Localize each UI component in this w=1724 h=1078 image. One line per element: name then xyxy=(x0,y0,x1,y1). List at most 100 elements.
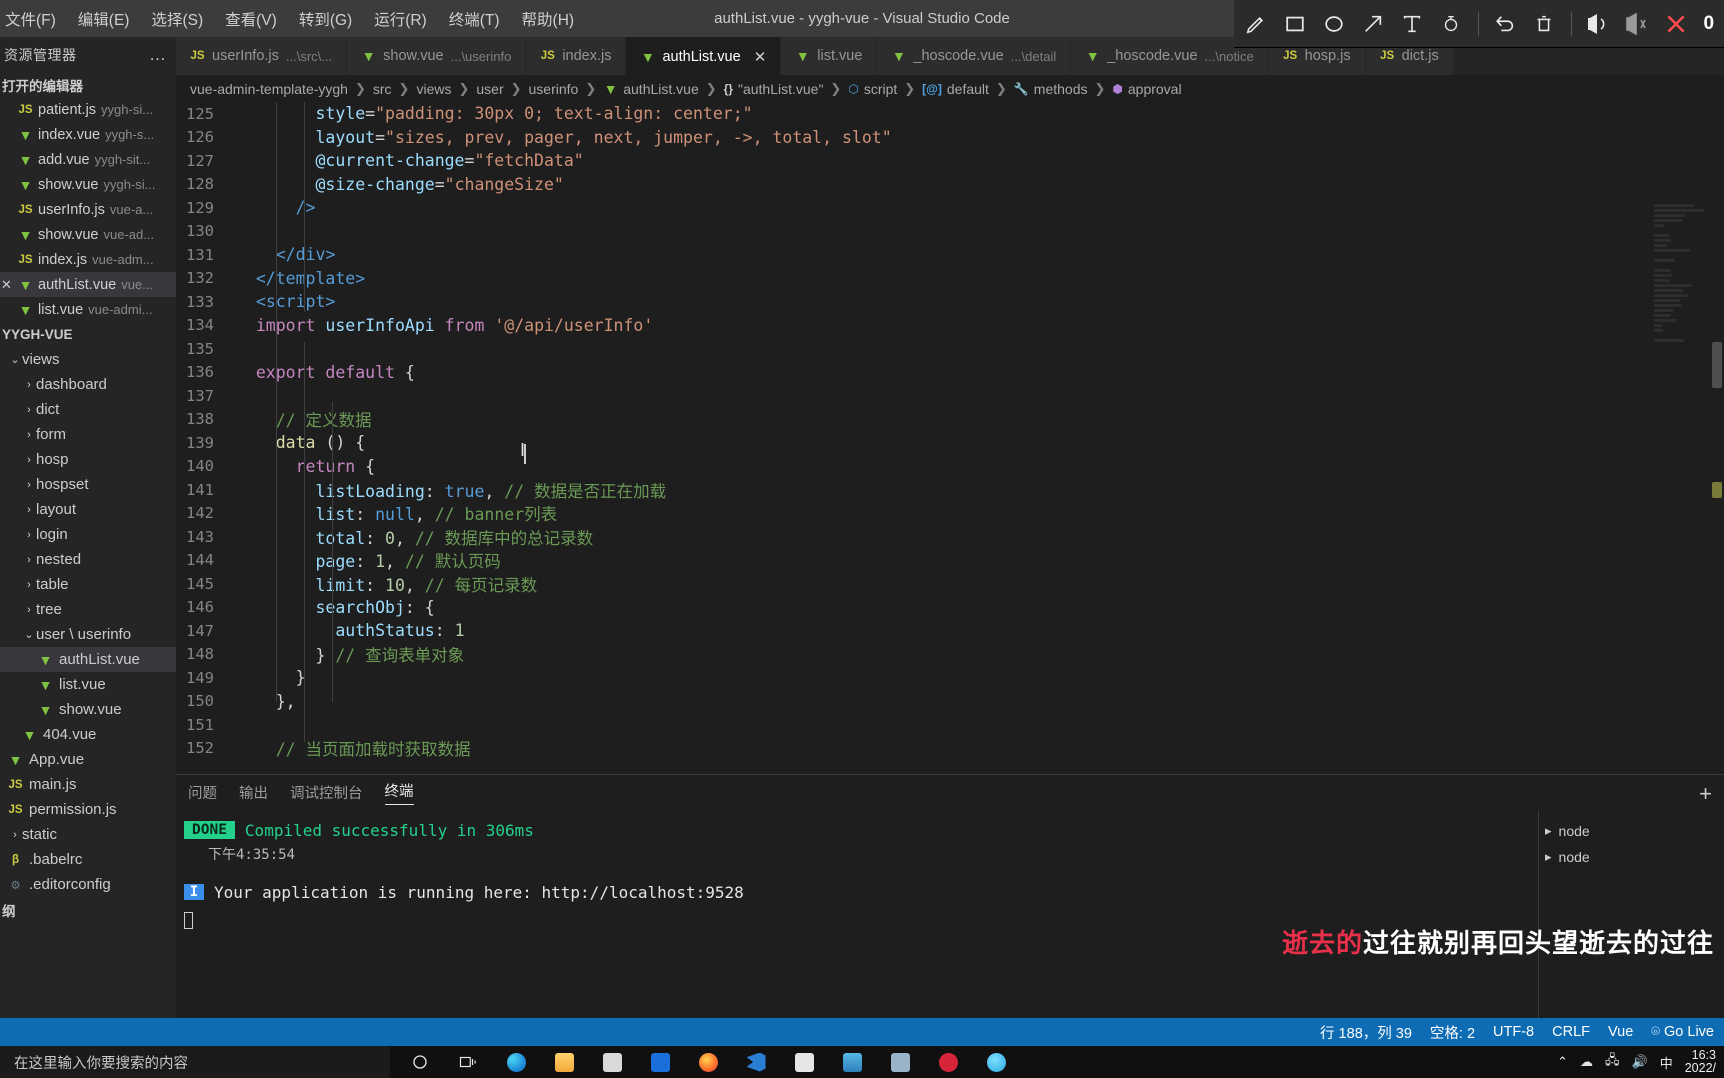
close-icon[interactable]: ✕ xyxy=(754,48,767,66)
code-line[interactable]: 151 xyxy=(176,713,1724,737)
new-terminal-button[interactable]: + xyxy=(1699,781,1712,807)
tree-item-views[interactable]: ⌄ views xyxy=(0,347,176,372)
ellipse-icon[interactable] xyxy=(1322,11,1347,37)
delete-icon[interactable] xyxy=(1532,11,1557,37)
pen-icon[interactable] xyxy=(1244,11,1269,37)
breadcrumb-item-methods[interactable]: methods xyxy=(1034,81,1088,97)
open-editor-item[interactable]: ▼ list.vue vue-admi... xyxy=(0,297,176,322)
project-root-title[interactable]: YYGH-VUE xyxy=(0,322,176,347)
code-line[interactable]: 126 layout="sizes, prev, pager, next, ju… xyxy=(176,126,1724,150)
copy-icon[interactable] xyxy=(1624,11,1649,37)
tree-item-app-vue[interactable]: ▼ App.vue xyxy=(0,747,176,772)
code-line[interactable]: 141 listLoading: true, // 数据是否正在加载 xyxy=(176,478,1724,502)
undo-icon[interactable] xyxy=(1493,11,1518,37)
task-view-icon[interactable] xyxy=(444,1046,492,1078)
tab-index-js[interactable]: JS index.js xyxy=(526,37,627,75)
code-line[interactable]: 140 return { xyxy=(176,455,1724,479)
menu-item-view[interactable]: 查看(V) xyxy=(214,4,288,34)
open-editor-item[interactable]: JS patient.js yygh-si... xyxy=(0,97,176,122)
navicat-icon[interactable] xyxy=(828,1046,876,1078)
tree-item-static[interactable]: › static xyxy=(0,822,176,847)
code-line[interactable]: 129 /> xyxy=(176,196,1724,220)
code-line[interactable]: 147 authStatus: 1 xyxy=(176,619,1724,643)
tree-item-tree[interactable]: › tree xyxy=(0,597,176,622)
tree-item-show-vue[interactable]: ▼ show.vue xyxy=(0,697,176,722)
search-input[interactable]: 在这里输入你要搜索的内容 xyxy=(0,1046,390,1078)
mosaic-icon[interactable] xyxy=(1439,11,1464,37)
cloud-icon[interactable]: ☁ xyxy=(1580,1054,1593,1070)
download-icon[interactable] xyxy=(1586,11,1611,37)
chevron-up-icon[interactable]: ⌃ xyxy=(1557,1054,1568,1070)
tab-terminal[interactable]: 终端 xyxy=(384,780,414,805)
tab-authlist-vue[interactable]: ▼ authList.vue ✕ xyxy=(626,37,782,75)
tree-item-editorconfig[interactable]: ⚙ .editorconfig xyxy=(0,872,176,897)
tab-output[interactable]: 输出 xyxy=(239,782,268,803)
tab-userinfo-js[interactable]: JS userInfo.js ...\src\... xyxy=(176,37,348,75)
code-line[interactable]: 146 searchObj: { xyxy=(176,596,1724,620)
status-go-live[interactable]: ⌾ Go Live xyxy=(1651,1024,1714,1040)
code-line[interactable]: 137 xyxy=(176,384,1724,408)
tree-item-404-vue[interactable]: ▼ 404.vue xyxy=(0,722,176,747)
tree-item-authlist-vue[interactable]: ▼ authList.vue xyxy=(0,647,176,672)
vscode-icon[interactable] xyxy=(732,1046,780,1078)
tree-item-login[interactable]: › login xyxy=(0,522,176,547)
open-editor-item[interactable]: ▼ show.vue yygh-si... xyxy=(0,172,176,197)
terminal-output[interactable]: DONE Compiled successfully in 306ms 下午4:… xyxy=(176,810,1724,932)
volume-icon[interactable]: 🔊 xyxy=(1632,1054,1648,1070)
breadcrumb-item-views[interactable]: views xyxy=(416,81,451,97)
close-icon[interactable] xyxy=(1663,11,1689,37)
tree-item-layout[interactable]: › layout xyxy=(0,497,176,522)
tab-show-vue-userinfo[interactable]: ▼ show.vue ...\userinfo xyxy=(347,37,527,75)
open-editor-item[interactable]: ▼ add.vue yygh-sit... xyxy=(0,147,176,172)
menu-item-terminal[interactable]: 终端(T) xyxy=(438,4,511,34)
code-line[interactable]: 143 total: 0, // 数据库中的总记录数 xyxy=(176,525,1724,549)
terminal-list-item[interactable]: ▸ node xyxy=(1545,818,1718,844)
store-icon[interactable] xyxy=(588,1046,636,1078)
tree-item-dashboard[interactable]: › dashboard xyxy=(0,372,176,397)
tree-item-user-userinfo[interactable]: ⌄ user \ userinfo xyxy=(0,622,176,647)
copyq-icon[interactable] xyxy=(780,1046,828,1078)
open-editor-item[interactable]: ▼ show.vue vue-ad... xyxy=(0,222,176,247)
status-line-col[interactable]: 行 188，列 39 xyxy=(1320,1022,1412,1043)
tab-hoscode-vue-detail[interactable]: ▼ _hoscode.vue ...\detail xyxy=(877,37,1072,75)
breadcrumb-item-project[interactable]: vue-admin-template-yygh xyxy=(190,81,348,97)
firefox-icon[interactable] xyxy=(684,1046,732,1078)
open-editor-item[interactable]: JS index.js vue-adm... xyxy=(0,247,176,272)
menu-item-run[interactable]: 运行(R) xyxy=(363,4,438,34)
tree-item-babelrc[interactable]: β .babelrc xyxy=(0,847,176,872)
scrollbar-thumb[interactable] xyxy=(1712,342,1722,388)
terminal-list-item[interactable]: ▸ node xyxy=(1545,844,1718,870)
breadcrumb-item-file[interactable]: authList.vue xyxy=(623,81,699,97)
menu-item-edit[interactable]: 编辑(E) xyxy=(67,4,141,34)
breadcrumb-item-userinfo[interactable]: userinfo xyxy=(529,81,579,97)
code-line[interactable]: 131 </div> xyxy=(176,243,1724,267)
tree-item-dict[interactable]: › dict xyxy=(0,397,176,422)
open-editor-item[interactable]: ▼ index.vue yygh-s... xyxy=(0,122,176,147)
code-line[interactable]: 139 data () { xyxy=(176,431,1724,455)
menu-item-select[interactable]: 选择(S) xyxy=(140,4,214,34)
breadcrumb-item-symbol[interactable]: "authList.vue" xyxy=(738,81,823,97)
network-icon[interactable]: 🖧 xyxy=(1605,1051,1620,1073)
breadcrumb-item-approval[interactable]: approval xyxy=(1128,81,1182,97)
code-line[interactable]: 134 import userInfoApi from '@/api/userI… xyxy=(176,314,1724,338)
explorer-icon[interactable] xyxy=(540,1046,588,1078)
explorer-more-icon[interactable]: … xyxy=(149,45,168,65)
clock[interactable]: 16:3 2022/ xyxy=(1685,1048,1716,1075)
menu-item-help[interactable]: 帮助(H) xyxy=(511,4,586,34)
outline-section-title[interactable]: 纲 xyxy=(0,897,176,922)
open-editor-item-active[interactable]: ✕ ▼ authList.vue vue... xyxy=(0,272,176,297)
code-line[interactable]: 152 // 当页面加载时获取数据 xyxy=(176,737,1724,761)
mail-icon[interactable] xyxy=(636,1046,684,1078)
qq-icon[interactable] xyxy=(972,1046,1020,1078)
tree-item-main-js[interactable]: JS main.js xyxy=(0,772,176,797)
app-icon[interactable] xyxy=(876,1046,924,1078)
tree-item-hospset[interactable]: › hospset xyxy=(0,472,176,497)
tree-item-list-vue[interactable]: ▼ list.vue xyxy=(0,672,176,697)
minimap[interactable] xyxy=(1654,204,1710,774)
code-line[interactable]: 125 style="padding: 30px 0; text-align: … xyxy=(176,102,1724,126)
code-line[interactable]: 150 }, xyxy=(176,690,1724,714)
menu-item-go[interactable]: 转到(G) xyxy=(288,4,363,34)
tab-debug-console[interactable]: 调试控制台 xyxy=(290,782,363,803)
code-line[interactable]: 136 export default { xyxy=(176,361,1724,385)
breadcrumb-item-user[interactable]: user xyxy=(476,81,503,97)
